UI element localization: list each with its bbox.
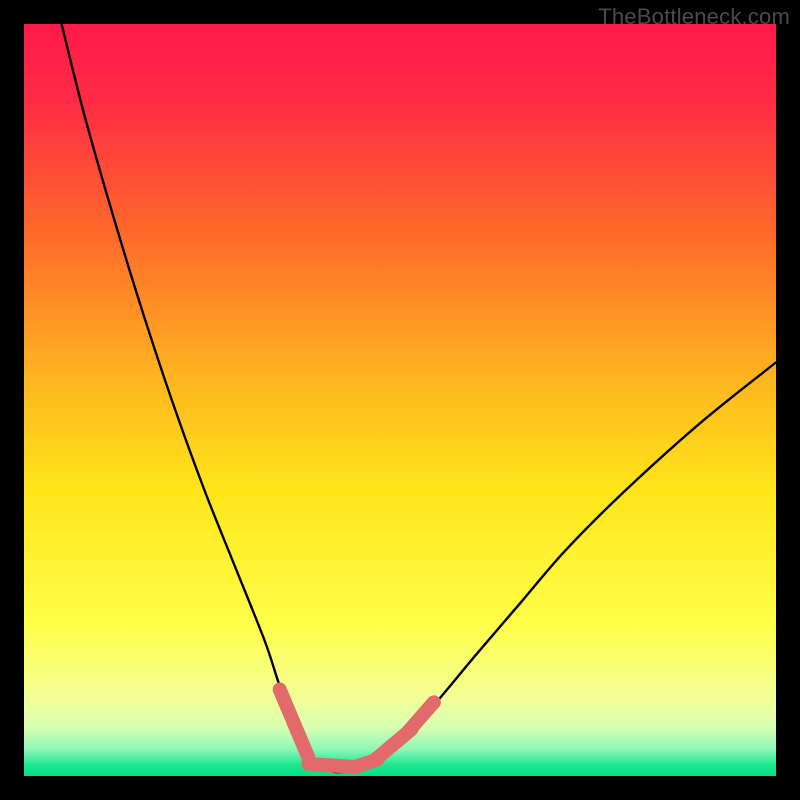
marker-dash <box>308 764 355 767</box>
bottleneck-chart <box>24 24 776 776</box>
chart-stage: TheBottleneck.com <box>0 0 800 800</box>
watermark-text: TheBottleneck.com <box>598 4 790 30</box>
gradient-background <box>24 24 776 776</box>
plot-frame <box>24 24 776 776</box>
